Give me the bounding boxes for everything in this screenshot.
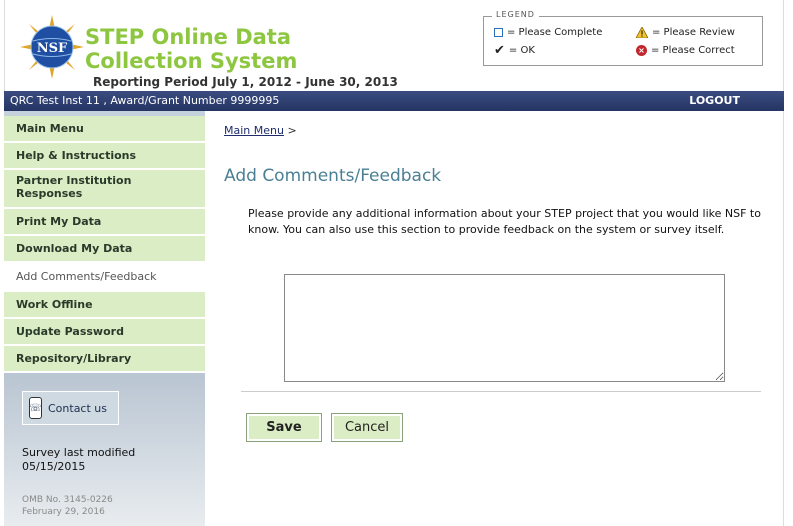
nsf-logo: NSF bbox=[20, 15, 84, 79]
sidebar-item-work-offline[interactable]: Work Offline bbox=[4, 292, 205, 319]
header: NSF STEP Online Data Collection System R… bbox=[4, 0, 784, 91]
sidebar-item-label: Help & Instructions bbox=[16, 149, 137, 162]
legend-title: LEGEND bbox=[492, 10, 539, 19]
sidebar-menu: Main Menu Help & Instructions Partner In… bbox=[4, 116, 205, 373]
legend-please-review-label: = Please Review bbox=[652, 27, 735, 38]
logout-link[interactable]: LOGOUT bbox=[689, 94, 740, 107]
sidebar-item-label: Work Offline bbox=[16, 298, 93, 311]
warning-icon bbox=[636, 27, 648, 38]
page-title: Add Comments/Feedback bbox=[224, 166, 442, 186]
legend-please-complete: = Please Complete bbox=[494, 27, 602, 38]
omb-date: February 29, 2016 bbox=[22, 507, 105, 517]
checkmark-icon: ✔ bbox=[494, 42, 505, 58]
main-content: Main Menu > Add Comments/Feedback Please… bbox=[205, 111, 784, 526]
legend-ok: ✔ = OK bbox=[494, 42, 535, 58]
omb-info: OMB No. 3145-0226 February 29, 2016 bbox=[22, 494, 113, 518]
survey-modified-label: Survey last modified bbox=[22, 446, 136, 459]
legend-please-complete-label: = Please Complete bbox=[507, 27, 603, 38]
cancel-button[interactable]: Cancel bbox=[331, 413, 403, 442]
sidebar-item-download-my-data[interactable]: Download My Data bbox=[4, 236, 205, 263]
sidebar-item-print-my-data[interactable]: Print My Data bbox=[4, 209, 205, 236]
survey-modified: Survey last modified 05/15/2015 bbox=[22, 446, 135, 474]
sidebar-item-label: Main Menu bbox=[16, 122, 84, 135]
sidebar-item-add-comments-feedback[interactable]: Add Comments/Feedback bbox=[4, 263, 205, 292]
sidebar-item-repository-library[interactable]: Repository/Library bbox=[4, 346, 205, 373]
comments-textarea[interactable] bbox=[284, 274, 725, 382]
instructions-text: Please provide any additional informatio… bbox=[248, 207, 761, 236]
breadcrumb-separator: > bbox=[287, 124, 297, 137]
sidebar-footer: ☏ Contact us Survey last modified 05/15/… bbox=[4, 373, 205, 526]
survey-modified-date: 05/15/2015 bbox=[22, 460, 86, 473]
sidebar: Main Menu Help & Instructions Partner In… bbox=[4, 111, 205, 526]
legend-please-correct: × = Please Correct bbox=[636, 45, 735, 56]
sidebar-item-label: Update Password bbox=[16, 325, 124, 338]
contact-us-button[interactable]: ☏ Contact us bbox=[22, 391, 119, 425]
checkbox-icon bbox=[494, 28, 503, 37]
phone-icon: ☏ bbox=[29, 397, 42, 419]
legend-please-correct-label: = Please Correct bbox=[651, 45, 735, 56]
legend-please-review: = Please Review bbox=[636, 27, 735, 38]
error-icon: × bbox=[636, 45, 647, 56]
top-navbar: QRC Test Inst 11 , Award/Grant Number 99… bbox=[4, 91, 784, 111]
sidebar-item-main-menu[interactable]: Main Menu bbox=[4, 116, 205, 143]
sidebar-item-label: Partner Institution Responses bbox=[16, 174, 132, 200]
breadcrumb: Main Menu > bbox=[224, 124, 297, 137]
svg-text:NSF: NSF bbox=[37, 41, 68, 56]
sidebar-item-update-password[interactable]: Update Password bbox=[4, 319, 205, 346]
institution-info: QRC Test Inst 11 , Award/Grant Number 99… bbox=[10, 94, 280, 107]
legend-ok-label: = OK bbox=[508, 45, 535, 56]
sidebar-item-partner-institution-responses[interactable]: Partner Institution Responses bbox=[4, 170, 205, 209]
sidebar-item-help-instructions[interactable]: Help & Instructions bbox=[4, 143, 205, 170]
breadcrumb-main-menu-link[interactable]: Main Menu bbox=[224, 124, 284, 137]
sidebar-item-label: Repository/Library bbox=[16, 352, 132, 365]
contact-us-label: Contact us bbox=[48, 401, 107, 415]
legend: LEGEND = Please Complete ✔ = OK = Please… bbox=[483, 10, 763, 66]
app-page: NSF STEP Online Data Collection System R… bbox=[0, 0, 793, 526]
sidebar-item-label: Add Comments/Feedback bbox=[16, 270, 157, 283]
omb-number: OMB No. 3145-0226 bbox=[22, 495, 113, 505]
app-title: STEP Online Data Collection System bbox=[85, 25, 298, 73]
save-button[interactable]: Save bbox=[246, 413, 322, 442]
sidebar-item-label: Print My Data bbox=[16, 215, 102, 228]
reporting-period: Reporting Period July 1, 2012 - June 30,… bbox=[93, 75, 398, 89]
sidebar-item-label: Download My Data bbox=[16, 242, 133, 255]
divider bbox=[241, 391, 761, 392]
